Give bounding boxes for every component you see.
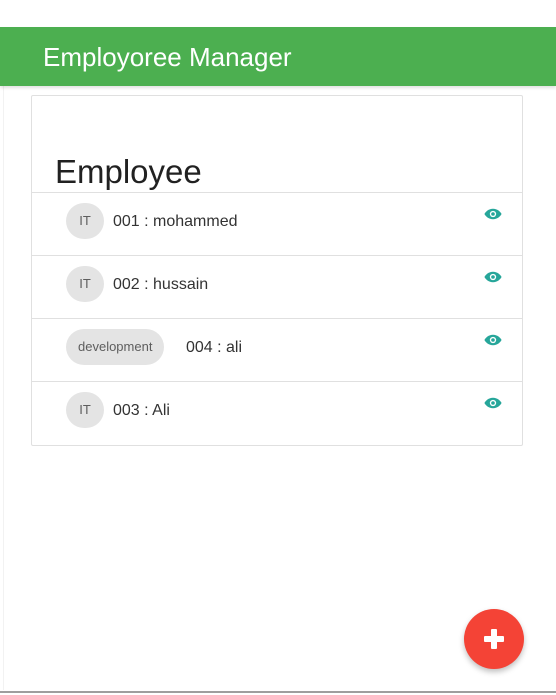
department-chip: IT	[66, 203, 104, 239]
brand-logo[interactable]: Employoree Manager	[43, 41, 292, 73]
page-edge-divider	[3, 86, 4, 690]
plus-icon	[484, 629, 504, 649]
employee-list-item[interactable]: IT 001 : mohammed	[32, 193, 522, 256]
employee-label: 004 : ali	[186, 339, 243, 356]
employee-list-item[interactable]: IT 003 : Ali	[32, 382, 522, 444]
employee-list-item[interactable]: IT 002 : hussain	[32, 256, 522, 319]
department-chip: development	[66, 329, 165, 365]
department-chip: IT	[66, 392, 104, 428]
bottom-divider	[0, 691, 556, 693]
add-employee-button[interactable]	[464, 609, 524, 669]
eye-icon[interactable]	[484, 208, 502, 220]
card-header: Employee	[32, 96, 522, 193]
employee-list-item[interactable]: development 004 : ali	[32, 319, 522, 382]
department-chip: IT	[66, 266, 104, 302]
employee-label: 002 : hussain	[113, 276, 209, 293]
eye-icon[interactable]	[484, 334, 502, 346]
employee-label: 003 : Ali	[113, 402, 170, 419]
employee-label: 001 : mohammed	[113, 213, 238, 230]
eye-icon[interactable]	[484, 397, 502, 409]
top-navbar: Employoree Manager	[0, 27, 556, 86]
eye-icon[interactable]	[484, 271, 502, 283]
page-title: Employee	[55, 153, 202, 191]
employee-card: Employee IT 001 : mohammed IT 002 : huss…	[31, 95, 523, 446]
app-page: Employoree Manager Employee IT 001 : moh…	[0, 0, 556, 695]
